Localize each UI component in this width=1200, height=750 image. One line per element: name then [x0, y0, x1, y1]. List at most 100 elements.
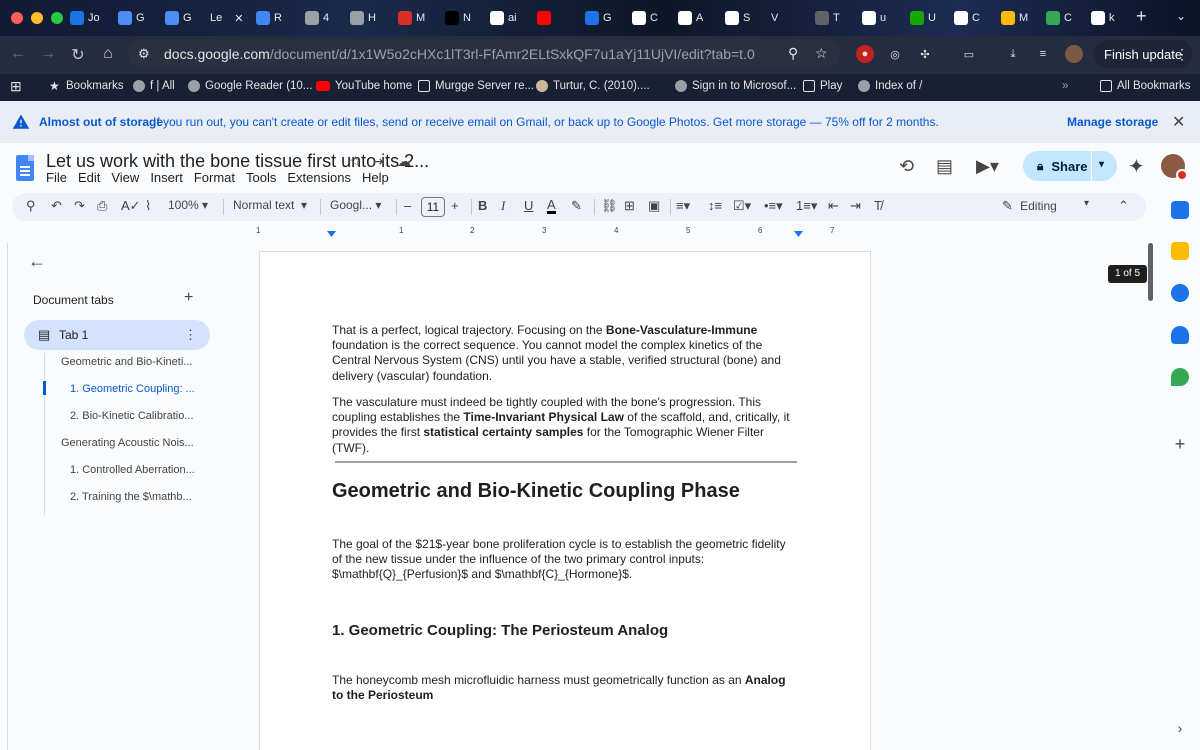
- style-select[interactable]: Normal text ▾: [233, 198, 307, 212]
- print-icon[interactable]: ⎙: [97, 198, 107, 214]
- font-select[interactable]: Googl... ▾: [330, 198, 381, 212]
- browser-tab[interactable]: G: [118, 8, 145, 28]
- close-outline-icon[interactable]: ←: [28, 251, 46, 272]
- home-icon[interactable]: ⌂: [98, 45, 118, 63]
- comments-icon[interactable]: ▤: [936, 156, 953, 177]
- maps-icon[interactable]: [1171, 368, 1189, 386]
- menu-edit[interactable]: Edit: [78, 170, 100, 185]
- share-button[interactable]: 🔒︎ Share ▾: [1023, 151, 1117, 181]
- outline-item[interactable]: 1. Controlled Aberration...: [70, 464, 195, 476]
- browser-tab[interactable]: ai: [490, 8, 517, 28]
- back-icon[interactable]: ←: [8, 45, 28, 63]
- window-maximize-button[interactable]: [51, 12, 63, 24]
- browser-tab[interactable]: A: [678, 8, 703, 28]
- gemini-sparkle-icon[interactable]: ✦: [1128, 154, 1145, 179]
- bookmark-item[interactable]: All Bookmarks: [1100, 80, 1191, 92]
- browser-tab[interactable]: G: [585, 8, 612, 28]
- align-icon[interactable]: ≡▾: [676, 198, 690, 214]
- browser-tab[interactable]: 4: [305, 8, 329, 28]
- underline-icon[interactable]: U: [524, 198, 533, 213]
- zoom-icon[interactable]: ⚲: [788, 45, 798, 62]
- share-dropdown-icon[interactable]: ▾: [1099, 159, 1104, 170]
- account-avatar[interactable]: [1161, 154, 1188, 181]
- download-icon[interactable]: ⤓: [1004, 45, 1022, 63]
- browser-tab[interactable]: H: [350, 8, 376, 28]
- menu-help[interactable]: Help: [362, 170, 389, 185]
- browser-tab[interactable]: G: [165, 8, 192, 28]
- link-icon[interactable]: ⛓: [601, 198, 618, 214]
- outline-item[interactable]: Generating Acoustic Nois...: [61, 437, 194, 449]
- increase-indent-icon[interactable]: ⇥: [850, 198, 861, 214]
- paragraph-4[interactable]: The honeycomb mesh microfluidic harness …: [332, 673, 798, 703]
- browser-tab[interactable]: V: [771, 8, 778, 28]
- browser-tab[interactable]: N: [445, 8, 471, 28]
- paragraph-1[interactable]: That is a perfect, logical trajectory. F…: [332, 323, 798, 384]
- bookmark-item[interactable]: YouTube home: [316, 80, 412, 92]
- editing-mode-select[interactable]: ✎ Editing: [1002, 198, 1057, 214]
- calendar-icon[interactable]: [1171, 201, 1189, 219]
- move-folder-icon[interactable]: ⇥: [373, 153, 385, 170]
- contacts-icon[interactable]: [1171, 326, 1189, 344]
- cloud-saved-icon[interactable]: ☁: [397, 153, 411, 170]
- site-info-icon[interactable]: ⚙: [138, 46, 154, 62]
- font-size-input[interactable]: 11: [421, 197, 445, 217]
- clear-formatting-icon[interactable]: T̸: [874, 198, 882, 213]
- meet-icon[interactable]: ▶▾: [976, 156, 999, 177]
- outline-item[interactable]: 1. Geometric Coupling: ...: [70, 383, 195, 395]
- browser-tab[interactable]: S: [725, 8, 750, 28]
- browser-tab[interactable]: R: [256, 8, 282, 28]
- profile-avatar[interactable]: [1065, 45, 1083, 63]
- browser-tab[interactable]: M: [1001, 8, 1028, 28]
- bookmark-item[interactable]: Index of /: [858, 80, 922, 92]
- increase-font-icon[interactable]: +: [451, 198, 459, 213]
- browser-tab[interactable]: u: [862, 8, 886, 28]
- reading-list-icon[interactable]: ≡: [1034, 45, 1052, 63]
- bold-icon[interactable]: B: [478, 198, 487, 213]
- paint-format-icon[interactable]: ⌇: [145, 198, 151, 214]
- paragraph-3[interactable]: The goal of the $21$-year bone prolifera…: [332, 537, 798, 583]
- heading-2[interactable]: 1. Geometric Coupling: The Periosteum An…: [332, 622, 668, 639]
- search-menus-icon[interactable]: ⚲: [26, 198, 36, 214]
- get-addons-icon[interactable]: +: [1171, 435, 1189, 453]
- outline-item[interactable]: 2. Bio-Kinetic Calibratio...: [70, 410, 194, 422]
- outline-item[interactable]: Geometric and Bio-Kineti...: [61, 356, 192, 368]
- browser-tab[interactable]: C: [954, 8, 980, 28]
- tab-search-icon[interactable]: ⌄: [1176, 9, 1186, 23]
- new-tab-button[interactable]: +: [1136, 6, 1147, 27]
- checklist-icon[interactable]: ☑▾: [733, 198, 751, 214]
- window-minimize-button[interactable]: [31, 12, 43, 24]
- browser-tab[interactable]: k: [1091, 8, 1115, 28]
- manage-storage-link[interactable]: Manage storage: [1067, 115, 1158, 129]
- add-tab-icon[interactable]: +: [184, 289, 193, 307]
- docs-logo-icon[interactable]: [16, 155, 34, 181]
- highlight-icon[interactable]: ✎: [571, 198, 582, 214]
- menu-tools[interactable]: Tools: [246, 170, 276, 185]
- tasks-icon[interactable]: [1171, 284, 1189, 302]
- extension-red-icon[interactable]: ●: [856, 45, 874, 63]
- close-banner-icon[interactable]: ✕: [1172, 112, 1185, 132]
- add-comment-icon[interactable]: ⊞: [624, 198, 635, 214]
- browser-tab[interactable]: [537, 8, 555, 28]
- undo-icon[interactable]: ↶: [51, 198, 62, 214]
- window-close-button[interactable]: [11, 12, 23, 24]
- star-icon[interactable]: ☆: [349, 153, 362, 170]
- keep-icon[interactable]: [1171, 242, 1189, 260]
- outline-item[interactable]: 2. Training the $\mathb...: [70, 491, 192, 503]
- vertical-scrollbar[interactable]: [1148, 243, 1153, 301]
- bookmark-item[interactable]: ★ Bookmarks: [49, 80, 124, 92]
- zoom-select[interactable]: 100% ▾: [168, 198, 208, 212]
- bookmark-star-icon[interactable]: ☆: [815, 45, 828, 62]
- extension-lens-icon[interactable]: ◎: [886, 45, 904, 63]
- mode-dropdown-icon[interactable]: ▾: [1084, 198, 1089, 209]
- heading-1[interactable]: Geometric and Bio-Kinetic Coupling Phase: [332, 480, 740, 503]
- forward-icon[interactable]: →: [38, 45, 58, 63]
- collapse-menus-icon[interactable]: ⌃: [1118, 198, 1129, 214]
- spellcheck-icon[interactable]: A✓: [121, 198, 141, 214]
- cast-icon[interactable]: ▭: [960, 45, 978, 63]
- tab-options-icon[interactable]: ⋮: [184, 327, 197, 343]
- browser-tab[interactable]: T: [815, 8, 840, 28]
- extensions-puzzle-icon[interactable]: ✣: [916, 45, 934, 63]
- document-title[interactable]: Let us work with the bone tissue first u…: [46, 151, 429, 172]
- menu-extensions[interactable]: Extensions: [287, 170, 351, 185]
- right-indent-marker[interactable]: [794, 231, 803, 237]
